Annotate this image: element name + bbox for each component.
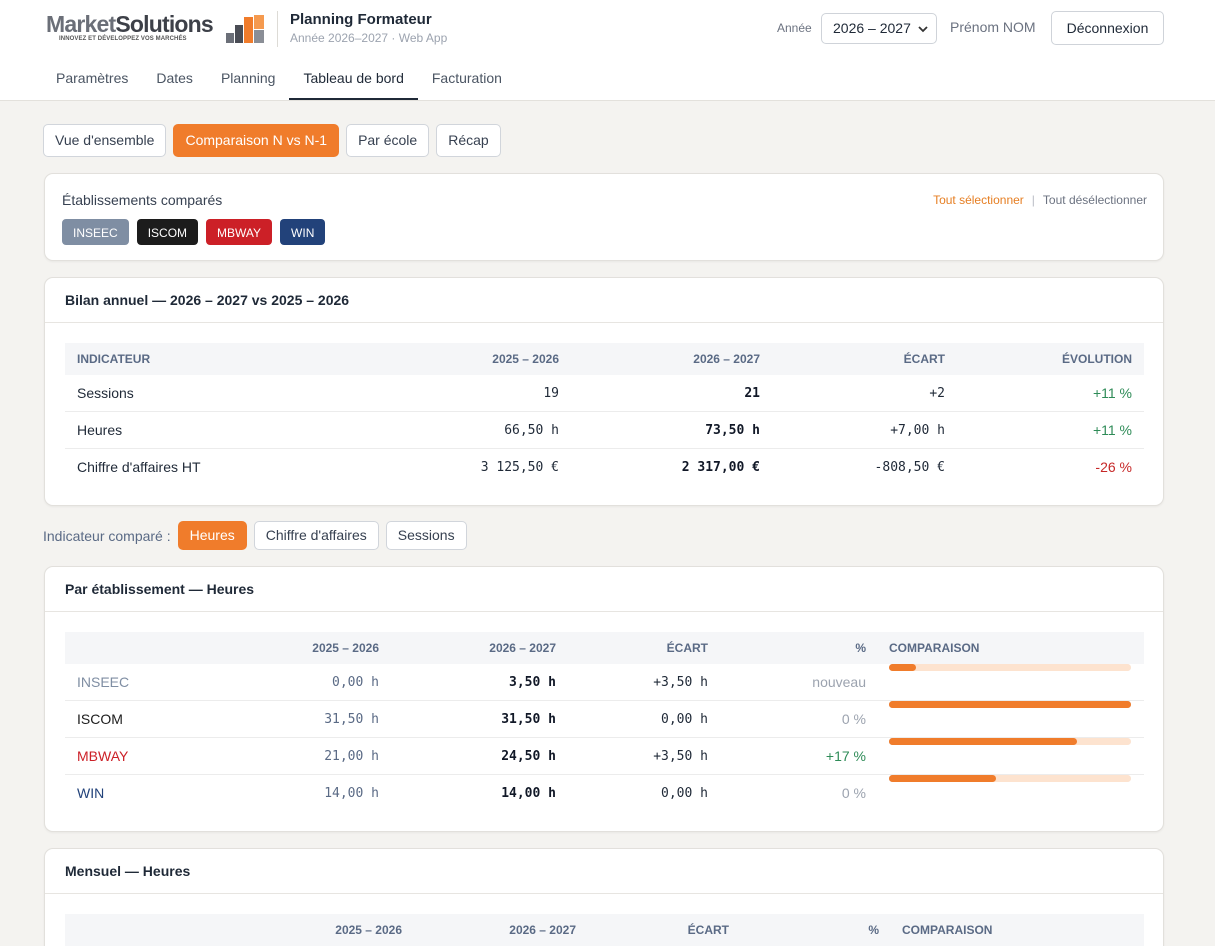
year-select[interactable]: 2026 – 2027 [821, 13, 937, 44]
chip-iscom[interactable]: ISCOM [136, 219, 199, 245]
indicator-chiffre-affaires[interactable]: Chiffre d'affaires [253, 521, 379, 550]
establishment-name: WIN [77, 785, 105, 801]
nav-tableau-de-bord[interactable]: Tableau de bord [289, 56, 419, 100]
table-header: 2025 – 2026 2026 – 2027 ÉCART % COMPARAI… [65, 632, 1144, 664]
table-row: Chiffre d'affaires HT 3 125,50 € 2 317,0… [77, 459, 1132, 475]
link-separator: | [1031, 193, 1035, 207]
curr-bar [889, 701, 1131, 708]
col-prev: 2025 – 2026 [312, 641, 379, 655]
year-label: Année [777, 21, 812, 35]
indicator-heures[interactable]: Heures [177, 521, 247, 550]
establishment-chips: INSEEC ISCOM MBWAY WIN [62, 219, 326, 245]
mensuel-card: Mensuel — Heures 2025 – 2026 2026 – 2027… [44, 848, 1164, 946]
app-subtitle: Année 2026–2027 · Web App [290, 31, 448, 45]
user-name: Prénom NOM [950, 19, 1036, 35]
col-prev: 2025 – 2026 [492, 352, 559, 366]
subtab-recap[interactable]: Récap [436, 124, 501, 157]
col-pct: % [868, 923, 879, 937]
dashboard-subtabs: Vue d'ensemble Comparaison N vs N-1 Par … [43, 124, 501, 157]
selection-links: Tout sélectionner | Tout désélectionner [933, 193, 1147, 207]
logout-button[interactable]: Déconnexion [1051, 11, 1164, 45]
col-ecart: ÉCART [903, 352, 945, 366]
col-prev: 2025 – 2026 [335, 923, 402, 937]
subtab-vue-ensemble[interactable]: Vue d'ensemble [43, 124, 167, 157]
par-etablissement-title: Par établissement — Heures [45, 567, 1163, 612]
col-ecart: ÉCART [687, 923, 729, 937]
establishment-name: INSEEC [77, 674, 130, 690]
col-curr: 2026 – 2027 [509, 923, 576, 937]
nav-parametres[interactable]: Paramètres [42, 56, 142, 100]
mensuel-title: Mensuel — Heures [45, 849, 1163, 894]
par-etablissement-card: Par établissement — Heures 2025 – 2026 2… [44, 566, 1164, 832]
curr-bar-track [889, 738, 1131, 745]
app-title: Planning Formateur [290, 11, 432, 28]
col-curr: 2026 – 2027 [693, 352, 760, 366]
establishments-card: Établissements comparés Tout sélectionne… [44, 173, 1164, 261]
subtab-par-ecole[interactable]: Par école [346, 124, 430, 157]
establishment-name: ISCOM [77, 711, 123, 727]
table-header: 2025 – 2026 2026 – 2027 ÉCART % COMPARAI… [65, 914, 1144, 946]
curr-bar-track [889, 701, 1131, 708]
subtab-comparaison[interactable]: Comparaison N vs N-1 [173, 124, 340, 157]
curr-bar-track [889, 664, 1131, 671]
par-etablissement-rows: INSEEC 0,00 h 3,50 h +3,50 h nouveau ISCOM 31,… [65, 664, 1144, 812]
table-row: ISCOM 31,50 h 31,50 h 0,00 h0 % [65, 701, 1144, 738]
curr-bar [889, 738, 1077, 745]
indicator-toggle: Indicateur comparé : Heures Chiffre d'af… [43, 521, 467, 550]
chip-inseec[interactable]: INSEEC [62, 219, 129, 245]
table-row: Heures 66,50 h 73,50 h +7,00 h +11 % [65, 412, 1144, 449]
table-header: INDICATEUR 2025 – 2026 2026 – 2027 ÉCART… [65, 343, 1144, 375]
mensuel-table: 2025 – 2026 2026 – 2027 ÉCART % COMPARAI… [65, 914, 1144, 946]
comparison-bars [889, 701, 1131, 723]
deselect-all-link[interactable]: Tout désélectionner [1043, 193, 1147, 207]
comparison-bars [889, 775, 1131, 797]
col-curr: 2026 – 2027 [489, 641, 556, 655]
main-nav: Paramètres Dates Planning Tableau de bor… [42, 56, 516, 101]
col-ecart: ÉCART [666, 641, 708, 655]
establishments-title: Établissements comparés [62, 192, 223, 208]
col-pct: % [855, 641, 866, 655]
nav-dates[interactable]: Dates [142, 56, 207, 100]
header-divider [277, 11, 278, 47]
curr-bar [889, 775, 996, 782]
par-etablissement-table: 2025 – 2026 2026 – 2027 ÉCART % COMPARAI… [65, 632, 1144, 812]
comparison-bars [889, 738, 1131, 760]
establishment-name: MBWAY [77, 748, 129, 764]
col-comparaison: COMPARAISON [902, 923, 993, 937]
table-row: WIN 14,00 h 14,00 h 0,00 h0 % [65, 775, 1144, 812]
table-row: Sessions 19 21 +2 +11 % [65, 375, 1144, 412]
bilan-table: INDICATEUR 2025 – 2026 2026 – 2027 ÉCART… [65, 343, 1144, 486]
chevron-down-icon [918, 26, 928, 33]
bilan-title: Bilan annuel — 2026 – 2027 vs 2025 – 202… [45, 278, 1163, 323]
logo-mark-icon [226, 15, 264, 43]
col-evolution: ÉVOLUTION [1061, 352, 1132, 366]
nav-planning[interactable]: Planning [207, 56, 290, 100]
curr-bar-track [889, 775, 1131, 782]
select-all-link[interactable]: Tout sélectionner [933, 193, 1024, 207]
nav-facturation[interactable]: Facturation [418, 56, 516, 100]
comparison-bars [889, 664, 1131, 686]
market-solutions-logo[interactable]: MarketSolutions INNOVEZ ET DÉVELOPPEZ VO… [46, 11, 266, 45]
bilan-card: Bilan annuel — 2026 – 2027 vs 2025 – 202… [44, 277, 1164, 506]
curr-bar [889, 664, 916, 671]
indicator-sessions[interactable]: Sessions [385, 521, 467, 550]
col-comparaison: COMPARAISON [889, 641, 980, 655]
table-row: INSEEC 0,00 h 3,50 h +3,50 h nouveau [65, 664, 1144, 701]
chip-win[interactable]: WIN [280, 219, 326, 245]
chip-mbway[interactable]: MBWAY [206, 219, 273, 245]
col-indicateur: INDICATEUR [77, 352, 151, 366]
table-row: MBWAY 21,00 h 24,50 h +3,50 h +17 % [65, 738, 1144, 775]
top-bar: MarketSolutions INNOVEZ ET DÉVELOPPEZ VO… [0, 0, 1215, 101]
indicator-label: Indicateur comparé : [43, 527, 171, 544]
